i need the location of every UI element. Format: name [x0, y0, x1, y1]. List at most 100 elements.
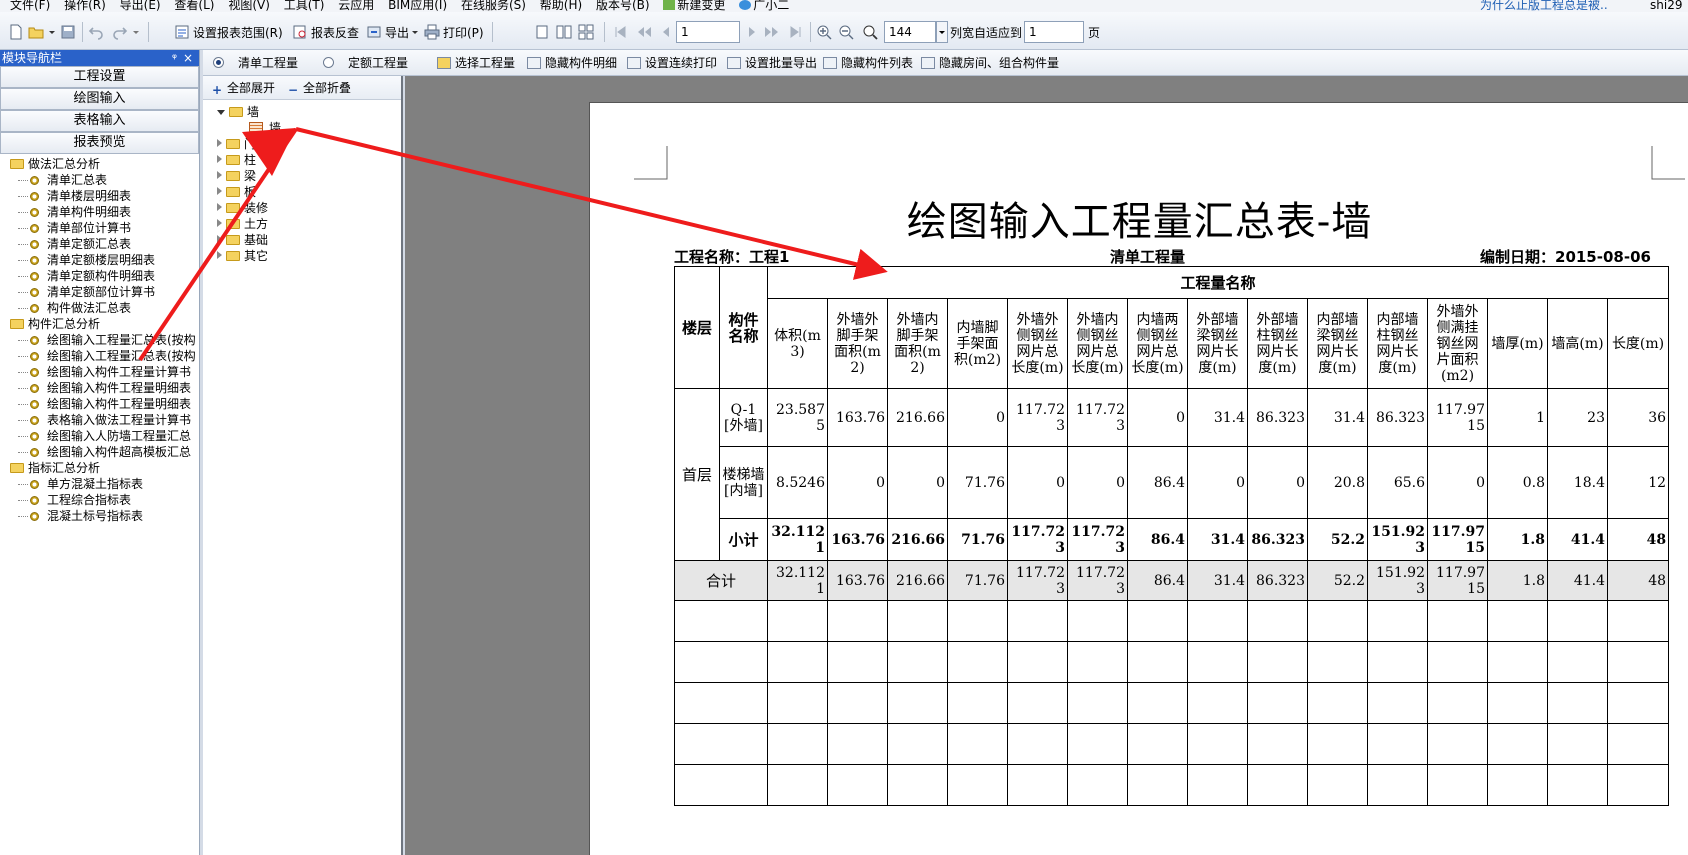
tree-node-earthwork[interactable]: 土方 — [217, 216, 268, 232]
menu-help[interactable]: 帮助(H) — [540, 0, 582, 11]
zoom-dropdown[interactable] — [936, 21, 948, 43]
nav-report-preview-button[interactable]: 报表预览 — [0, 132, 199, 154]
menu-assistant[interactable]: 广小二 — [739, 0, 789, 11]
page-number-input[interactable] — [676, 21, 740, 43]
tree-node-slab[interactable]: 板 — [217, 184, 256, 200]
print-button[interactable]: 打印(P) — [424, 21, 484, 43]
nav-table-input-button[interactable]: 表格输入 — [0, 110, 199, 132]
table-cell: 117.723 — [1007, 388, 1068, 447]
redo-dropdown[interactable] — [132, 21, 143, 43]
hide-component-list-button[interactable]: 隐藏构件列表 — [823, 54, 913, 72]
set-report-range-button[interactable]: 设置报表范围(R) — [174, 21, 283, 43]
two-page-view-button[interactable] — [556, 21, 575, 43]
menu-export[interactable]: 导出(E) — [120, 0, 161, 11]
tree-item[interactable]: 清单楼层明细表 — [0, 188, 199, 204]
tree-item[interactable]: 清单定额部位计算书 — [0, 284, 199, 300]
set-batch-export-button[interactable]: 设置批量导出 — [727, 54, 817, 72]
tree-item[interactable]: 混凝土标号指标表 — [0, 508, 199, 524]
open-dropdown[interactable] — [48, 21, 59, 43]
tree-item[interactable]: 绘图输入构件工程量计算书 — [0, 364, 199, 380]
tree-item[interactable]: 清单定额汇总表 — [0, 236, 199, 252]
menu-version[interactable]: 版本号(B) — [596, 0, 650, 11]
menu-view-l[interactable]: 查看(L) — [174, 0, 214, 11]
fit-columns-input[interactable] — [1024, 21, 1084, 43]
module-navigator-title-text: 模块导航栏 — [2, 51, 63, 65]
tree-item[interactable]: 清单定额构件明细表 — [0, 268, 199, 284]
tree-item[interactable]: 清单汇总表 — [0, 172, 199, 188]
tree-node-other[interactable]: 其它 — [217, 248, 268, 264]
menu-operate[interactable]: 操作(R) — [64, 0, 106, 11]
menu-bim[interactable]: BIM应用(I) — [388, 0, 447, 11]
tree-item[interactable]: 工程综合指标表 — [0, 492, 199, 508]
tree-group-method[interactable]: 做法汇总分析 — [0, 156, 199, 172]
zoom-in-button[interactable] — [816, 21, 835, 43]
radio-bill-quantity[interactable]: 清单工程量 — [213, 54, 298, 72]
tree-item[interactable]: 绘图输入人防墙工程量汇总 — [0, 428, 199, 444]
tree-node-wall[interactable]: 墙 — [217, 104, 259, 120]
expand-all-button[interactable]: + 全部展开 — [211, 80, 275, 96]
menu-hint-link[interactable]: 为什么止版工程总是被.. — [1480, 0, 1608, 11]
tree-node-column[interactable]: 柱 — [217, 152, 256, 168]
report-viewer[interactable]: 绘图输入工程量汇总表-墙 工程名称：工程1 清单工程量 编制日期：2015-08… — [405, 76, 1688, 855]
prev-page-button[interactable] — [658, 21, 677, 43]
multi-page-view-button[interactable] — [578, 21, 597, 43]
hide-rooms-button[interactable]: 隐藏房间、组合构件量 — [921, 54, 1059, 72]
tree-item[interactable]: 清单构件明细表 — [0, 204, 199, 220]
tree-item[interactable]: 构件做法汇总表 — [0, 300, 199, 316]
nav-project-settings-button[interactable]: 工程设置 — [0, 66, 199, 88]
select-quantity-button[interactable]: 选择工程量 — [437, 54, 515, 72]
single-page-view-button[interactable] — [534, 21, 553, 43]
report-check-button[interactable]: 报表反查 — [292, 21, 359, 43]
zoom-out-button[interactable] — [838, 21, 857, 43]
radio-quota-quantity[interactable]: 定额工程量 — [323, 54, 408, 72]
tree-node-label: 柱 — [244, 153, 257, 167]
tree-item[interactable]: 清单定额楼层明细表 — [0, 252, 199, 268]
tree-group-index[interactable]: 指标汇总分析 — [0, 460, 199, 476]
table-cell: 41.4 — [1547, 518, 1608, 561]
open-file-button[interactable] — [28, 21, 47, 43]
menu-online[interactable]: 在线服务(S) — [461, 0, 526, 11]
menu-tools[interactable]: 工具(T) — [284, 0, 325, 11]
header-quantity-group: 工程量名称 — [766, 266, 1670, 299]
next-page-button[interactable] — [744, 21, 763, 43]
tree-item[interactable]: 单方混凝土指标表 — [0, 476, 199, 492]
menu-user[interactable]: shi29 — [1650, 0, 1682, 11]
tree-node-foundation[interactable]: 基础 — [217, 232, 268, 248]
collapse-all-button[interactable]: − 全部折叠 — [287, 80, 351, 96]
menu-view[interactable]: 视图(V) — [228, 0, 270, 11]
new-file-button[interactable] — [8, 21, 27, 43]
tree-item[interactable]: 绘图输入构件工程量明细表 — [0, 380, 199, 396]
tree-node-wall-child[interactable]: 墙 — [249, 120, 281, 136]
menu-file[interactable]: 文件(F) — [10, 0, 50, 11]
close-icon[interactable]: × — [183, 50, 193, 66]
tree-item[interactable]: 清单部位计算书 — [0, 220, 199, 236]
next-next-page-button[interactable] — [764, 21, 783, 43]
first-page-button[interactable] — [612, 21, 631, 43]
export-button[interactable]: 导出 — [366, 21, 419, 43]
tree-item-selected[interactable]: 绘图输入工程量汇总表(按构 — [0, 348, 199, 364]
last-page-button[interactable] — [788, 21, 807, 43]
zoom-button[interactable] — [862, 21, 881, 43]
tree-item[interactable]: 绘图输入构件工程量明细表 — [0, 396, 199, 412]
undo-button[interactable] — [88, 21, 107, 43]
table-cell: 31.4 — [1307, 388, 1368, 447]
nav-drawing-input-button[interactable]: 绘图输入 — [0, 88, 199, 110]
tree-item[interactable]: 绘图输入构件超高模板汇总 — [0, 444, 199, 460]
menu-cloud[interactable]: 云应用 — [338, 0, 374, 11]
prev-prev-page-button[interactable] — [636, 21, 655, 43]
save-button[interactable] — [60, 21, 79, 43]
zoom-input[interactable] — [884, 21, 936, 43]
tree-node-decoration[interactable]: 装修 — [217, 200, 268, 216]
redo-button[interactable] — [112, 21, 131, 43]
tree-group-component[interactable]: 构件汇总分析 — [0, 316, 199, 332]
empty-row — [674, 641, 1670, 683]
tree-node-door-window[interactable]: 门窗洞 — [217, 136, 280, 152]
set-continuous-print-button[interactable]: 设置连续打印 — [627, 54, 717, 72]
tree-item[interactable]: 绘图输入工程量汇总表(按构 — [0, 332, 199, 348]
pin-icon[interactable]: ᵠ — [172, 50, 177, 66]
tree-item[interactable]: 表格输入做法工程量计算书 — [0, 412, 199, 428]
menu-new-change[interactable]: 新建变更 — [663, 0, 725, 11]
hide-component-detail-button[interactable]: 隐藏构件明细 — [527, 54, 617, 72]
tree-node-beam[interactable]: 梁 — [217, 168, 256, 184]
table-cell: 0 — [1247, 446, 1308, 519]
